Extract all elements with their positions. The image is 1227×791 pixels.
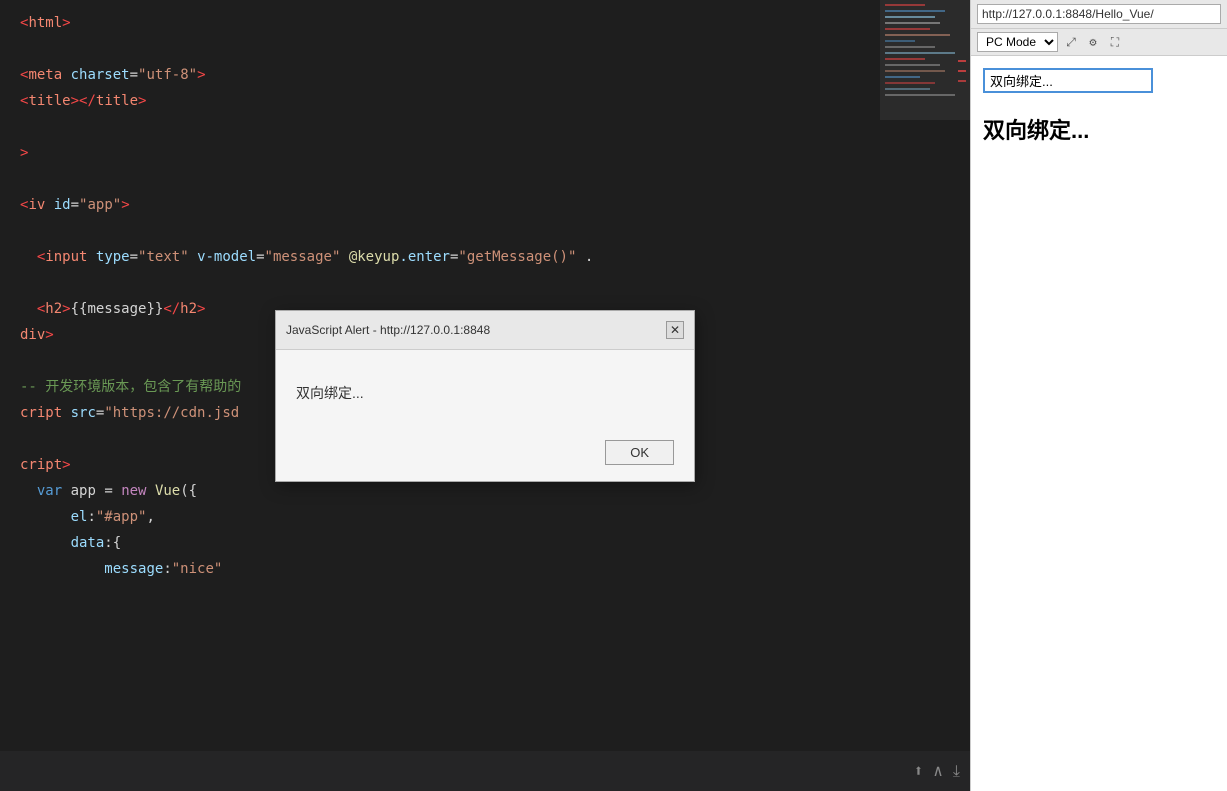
browser-content: 双向绑定...: [971, 56, 1227, 791]
code-line-blank-3: [0, 166, 970, 192]
dialog-titlebar: JavaScript Alert - http://127.0.0.1:8848…: [276, 311, 694, 350]
dialog-ok-button[interactable]: OK: [605, 440, 674, 465]
code-line-blank-4: [0, 218, 970, 244]
export-icon[interactable]: ⬆: [914, 758, 924, 784]
code-line-var: var app = new Vue({: [0, 478, 970, 504]
browser-mode-bar: PC Mode ⤢ ⚙ ⛶: [971, 29, 1227, 56]
code-line-blank-5: [0, 270, 970, 296]
scroll-down-icon[interactable]: ⤓: [953, 758, 960, 784]
minimap: [880, 0, 970, 120]
browser-mode-select[interactable]: PC Mode: [977, 32, 1058, 52]
dialog-message: 双向绑定...: [296, 385, 364, 401]
dialog-body: 双向绑定...: [276, 350, 694, 430]
code-line-div: <iv id="app">: [0, 192, 970, 218]
browser-panel: http://127.0.0.1:8848/Hello_Vue/ PC Mode…: [970, 0, 1227, 791]
code-line-message: message:"nice": [0, 556, 970, 582]
browser-url-bar[interactable]: http://127.0.0.1:8848/Hello_Vue/: [977, 4, 1221, 24]
close-icon: ✕: [670, 317, 680, 343]
fullscreen-icon[interactable]: ⛶: [1106, 33, 1124, 51]
dialog-title: JavaScript Alert - http://127.0.0.1:8848: [286, 317, 490, 343]
code-line-title: <title></title>: [0, 88, 970, 114]
settings-icon[interactable]: ⚙: [1084, 33, 1102, 51]
dialog-close-button[interactable]: ✕: [666, 321, 684, 339]
expand-icon[interactable]: ⤢: [1062, 33, 1080, 51]
code-line-close-head: >: [0, 140, 970, 166]
code-line-blank-1: [0, 36, 970, 62]
editor-panel: <html> <meta charset="utf-8"> <title></t…: [0, 0, 970, 791]
code-line-el: el:"#app",: [0, 504, 970, 530]
browser-demo-input[interactable]: [983, 68, 1153, 93]
dialog-footer: OK: [276, 430, 694, 481]
code-line-data: data:{: [0, 530, 970, 556]
scroll-up-icon[interactable]: ∧: [933, 758, 943, 784]
alert-dialog: JavaScript Alert - http://127.0.0.1:8848…: [275, 310, 695, 482]
code-line-1: <html>: [0, 10, 970, 36]
editor-bottom-toolbar: ⬆ ∧ ⤓: [0, 751, 970, 791]
browser-demo-h2: 双向绑定...: [983, 113, 1215, 145]
code-line-input: <input type="text" v-model="message" @ke…: [0, 244, 970, 270]
code-line-blank-2: [0, 114, 970, 140]
browser-toolbar: http://127.0.0.1:8848/Hello_Vue/: [971, 0, 1227, 29]
code-line-meta: <meta charset="utf-8">: [0, 62, 970, 88]
